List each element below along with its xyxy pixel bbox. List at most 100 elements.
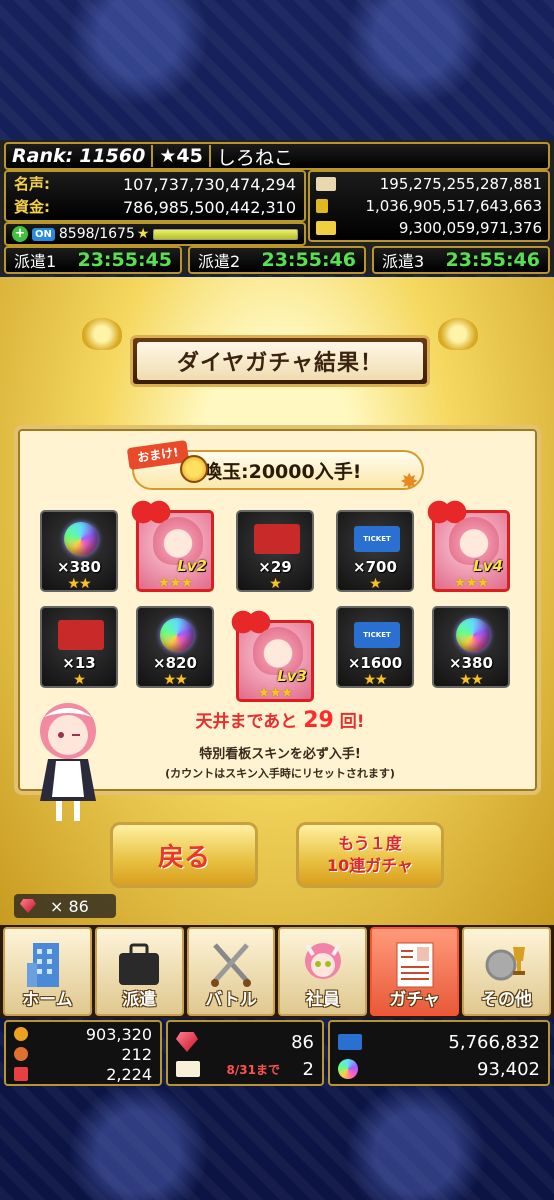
rank-bar: Rank: 11560 ★45 しろねこ [4, 142, 550, 170]
item-count: ×820 [153, 654, 197, 672]
rank-label: Rank: [12, 145, 74, 167]
rarity-stars: ★ [269, 576, 282, 592]
ruby-icon [176, 1032, 198, 1052]
item-count: ×29 [258, 558, 292, 576]
employee-icon [301, 939, 345, 991]
document-icon [316, 177, 336, 191]
result-card-skin[interactable]: Lv3 ★★★ [231, 607, 314, 702]
fame-value: 107,737,730,474,294 [122, 175, 296, 194]
nav-building[interactable]: ホーム [3, 927, 92, 1016]
rarity-stars: ★★★ [257, 685, 294, 701]
currency-box-middle: 86 8/31まで 2 [166, 1020, 324, 1086]
skin-level: Lv3 [277, 667, 307, 685]
skin-guarantee-text: 特別看板スキンを必ず入手! [199, 747, 361, 762]
player-name: しろねこ [216, 146, 293, 169]
rank-value: 11560 [79, 145, 146, 167]
on-toggle[interactable]: ON [32, 227, 55, 241]
orb-icon [338, 1059, 358, 1079]
dispatch-label: 派遣3 [382, 252, 425, 271]
dispatch-1[interactable]: 派遣1 23:55:45 [4, 246, 182, 274]
sparkle-icon: ✸ [400, 470, 419, 495]
coin-value: 903,320 [85, 1024, 152, 1044]
star-icon: ★ [136, 226, 150, 242]
plus-icon[interactable]: + [12, 226, 28, 242]
dispatch-label: 派遣1 [14, 252, 57, 271]
ceiling-text: 天井まであと 29 回! [120, 707, 440, 733]
orb-value: 93,402 [477, 1058, 540, 1080]
gacha-again-button[interactable]: もう１度 10連ガチャ [296, 822, 444, 888]
bonus-text: 召喚玉:20000入手! [184, 460, 362, 483]
orb-icon [160, 618, 194, 652]
ticket-blue-icon [338, 1034, 362, 1050]
result-card-ticket[interactable]: TICKET ×700 ★ [336, 510, 414, 592]
skin-level: Lv2 [177, 557, 207, 575]
gem-count: × 86 [50, 896, 89, 916]
ticket-red-value: 2,224 [106, 1064, 152, 1084]
result-card-shokan[interactable]: ×29 ★ [236, 510, 314, 592]
rarity-stars: ★ [369, 576, 382, 592]
gem-counter: × 86 [14, 894, 116, 918]
dispatch-3[interactable]: 派遣3 23:55:46 [372, 246, 550, 274]
rarity-stars: ★★ [163, 672, 187, 688]
coin-icon [14, 1027, 28, 1041]
stamina-gauge-fill [154, 229, 297, 239]
expiry-note: 8/31まで [226, 1062, 280, 1077]
dispatch-timer: 23:55:46 [261, 249, 356, 271]
ceiling-pre: 天井まであと [195, 712, 298, 732]
envelope-value: 2 [302, 1058, 314, 1080]
item-count: ×700 [353, 558, 397, 576]
result-card-shokan[interactable]: ×13 ★ [40, 606, 118, 688]
item-count: ×1600 [347, 654, 403, 672]
ruby-value: 86 [291, 1031, 314, 1053]
ruby-icon [20, 899, 36, 913]
gold-bar-icon [316, 221, 336, 235]
nav-label: ホーム [22, 990, 73, 1010]
bottom-nav: ホーム 派遣 バトル 社員 ガチャ その他 [0, 925, 554, 1018]
medal-value: 212 [121, 1044, 152, 1064]
result-title-banner: ダイヤガチャ結果！ [130, 335, 430, 387]
nav-other[interactable]: その他 [462, 927, 551, 1016]
gacha-icon [393, 939, 437, 991]
nav-briefcase[interactable]: 派遣 [94, 927, 184, 1016]
voucher-icon [254, 524, 300, 554]
result-card-skin[interactable]: Lv2 ★★★ [131, 497, 214, 592]
nav-gacha[interactable]: ガチャ [370, 927, 460, 1016]
bottle-icon [316, 199, 328, 213]
stamina-value: 8598/1675 [58, 226, 135, 242]
medal-icon [14, 1047, 28, 1061]
result-card-skin[interactable]: Lv4 ★★★ [427, 497, 510, 592]
currency-box-left: 903,320 212 2,224 [4, 1020, 162, 1086]
rarity-stars: ★★ [363, 672, 387, 688]
dispatch-label: 派遣2 [198, 252, 241, 271]
ticket-red-icon [14, 1067, 28, 1081]
item-count: ×13 [62, 654, 96, 672]
rarity-stars: ★ [73, 672, 86, 688]
ribbon-bow-icon [438, 318, 478, 350]
nav-label: バトル [205, 990, 257, 1010]
fame-funds-box: 名声: 107,737,730,474,294 資金: 786,985,500,44… [4, 170, 306, 222]
nav-label: その他 [481, 990, 533, 1010]
result-card-orb[interactable]: ×380 ★★ [40, 510, 118, 592]
swords-icon [209, 939, 253, 991]
nav-label: 社員 [305, 990, 340, 1010]
building-icon [25, 939, 69, 991]
result-card-ticket[interactable]: TICKET ×1600 ★★ [336, 606, 414, 688]
back-button[interactable]: 戻る [110, 822, 258, 888]
summon-orb-coin-icon [180, 455, 208, 483]
currency-box-right: 5,766,832 93,402 [328, 1020, 550, 1086]
nav-employee[interactable]: 社員 [278, 927, 368, 1016]
result-card-orb[interactable]: ×380 ★★ [432, 606, 510, 688]
funds-value: 786,985,500,442,310 [122, 198, 296, 217]
ceiling-count: 29 [303, 708, 334, 733]
ribbon-bow-icon [82, 318, 122, 350]
fame-label: 名声: [14, 175, 50, 193]
reset-note: (カウントはスキン入手時にリセットされます) [165, 767, 395, 780]
again-label-1: もう１度 [338, 834, 402, 853]
result-card-orb[interactable]: ×820 ★★ [136, 606, 214, 688]
nav-swords[interactable]: バトル [186, 927, 276, 1016]
envelope-icon [176, 1061, 200, 1077]
rarity-stars: ★★★ [453, 575, 490, 591]
dispatch-2[interactable]: 派遣2 23:55:46 [188, 246, 366, 274]
orb-icon [456, 618, 490, 652]
skin-level: Lv4 [473, 557, 503, 575]
